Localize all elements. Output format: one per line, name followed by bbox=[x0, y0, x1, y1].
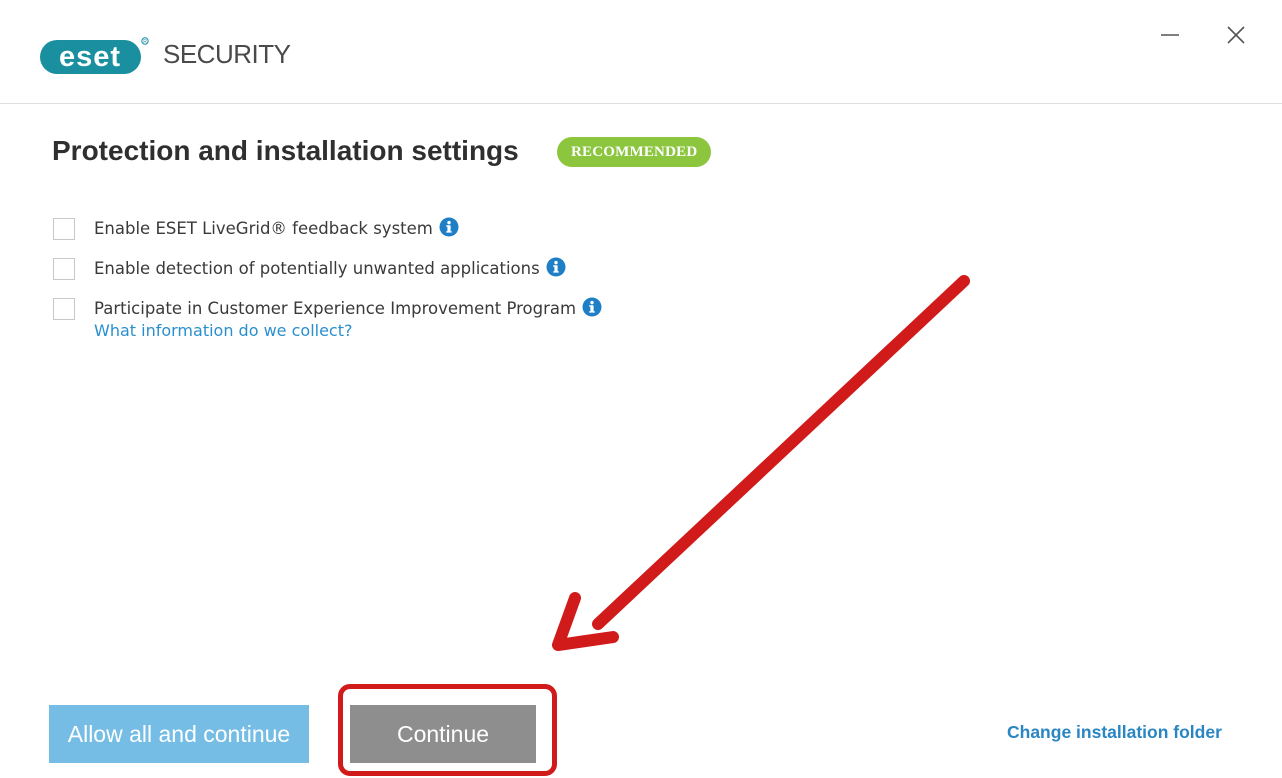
recommended-badge: RECOMMENDED bbox=[557, 137, 712, 167]
pua-detection-checkbox[interactable] bbox=[53, 258, 75, 280]
option-label: Participate in Customer Experience Impro… bbox=[94, 297, 602, 320]
close-button[interactable] bbox=[1221, 20, 1251, 50]
eset-logo-graphic: eset R bbox=[40, 37, 149, 74]
info-icon[interactable] bbox=[546, 257, 566, 277]
minimize-icon bbox=[1161, 34, 1179, 36]
change-installation-folder-link[interactable]: Change installation folder bbox=[1007, 722, 1222, 743]
product-name: SECURITY bbox=[163, 39, 291, 69]
eset-logo: eset R bbox=[40, 37, 150, 75]
info-icon[interactable] bbox=[439, 217, 459, 237]
close-icon bbox=[1227, 26, 1245, 44]
pua-detection-label: Enable detection of potentially unwanted… bbox=[94, 259, 540, 278]
window-header: eset R SECURITY bbox=[0, 0, 1282, 104]
header-divider bbox=[0, 103, 1282, 104]
allow-all-continue-button[interactable]: Allow all and continue bbox=[49, 705, 309, 763]
ceip-checkbox[interactable] bbox=[53, 298, 75, 320]
annotation-arrow bbox=[552, 275, 970, 651]
minimize-button[interactable] bbox=[1155, 20, 1185, 50]
svg-text:eset: eset bbox=[59, 41, 121, 73]
page-title: Protection and installation settings bbox=[52, 135, 519, 166]
continue-button[interactable]: Continue bbox=[350, 705, 536, 763]
svg-text:R: R bbox=[143, 39, 147, 45]
livegrid-checkbox[interactable] bbox=[53, 218, 75, 240]
ceip-label: Participate in Customer Experience Impro… bbox=[94, 299, 577, 318]
option-label: Enable ESET LiveGrid® feedback system bbox=[94, 217, 459, 240]
livegrid-label: Enable ESET LiveGrid® feedback system bbox=[94, 219, 433, 238]
option-label: Enable detection of potentially unwanted… bbox=[94, 257, 566, 280]
info-icon[interactable] bbox=[582, 297, 602, 317]
what-info-collected-link[interactable]: What information do we collect? bbox=[94, 321, 352, 341]
